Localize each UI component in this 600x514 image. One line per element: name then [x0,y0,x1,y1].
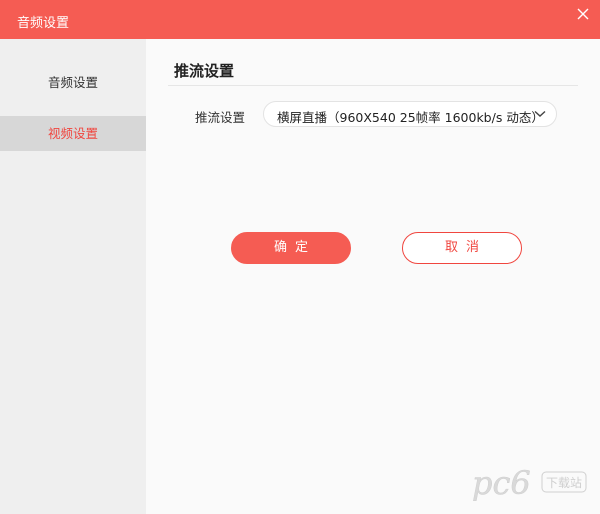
sidebar-item-label: 音频设置 [47,75,98,90]
divider [168,85,578,86]
cancel-button[interactable]: 取消 [402,232,522,264]
title-bar: 音频设置 [0,0,600,39]
main-panel: 推流设置 推流设置 横屏直播（960X540 25帧率 1600kb/s 动态）… [146,39,600,514]
sidebar-item-audio-settings[interactable]: 音频设置 [0,65,146,100]
pc6-watermark-logo: pc6 下载站 [472,464,587,502]
sidebar-item-video-settings[interactable]: 视频设置 [0,116,146,151]
sidebar-item-label: 视频设置 [47,126,98,141]
chevron-down-icon [534,110,546,117]
watermark-text: 下载站 [546,476,582,490]
watermark-brand: pc6 [472,464,531,502]
cancel-button-label: 取消 [444,240,487,255]
window-title: 音频设置 [17,16,70,31]
section-title: 推流设置 [174,62,235,80]
stream-setting-value: 横屏直播（960X540 25帧率 1600kb/s 动态） [277,110,544,125]
ok-button-label: 确定 [273,240,316,255]
close-button[interactable] [566,0,600,32]
sidebar: 音频设置 视频设置 [0,39,146,514]
close-icon [577,8,589,20]
stream-setting-label: 推流设置 [195,110,246,125]
ok-button[interactable]: 确定 [231,232,351,264]
stream-setting-dropdown[interactable]: 横屏直播（960X540 25帧率 1600kb/s 动态） [263,101,557,127]
